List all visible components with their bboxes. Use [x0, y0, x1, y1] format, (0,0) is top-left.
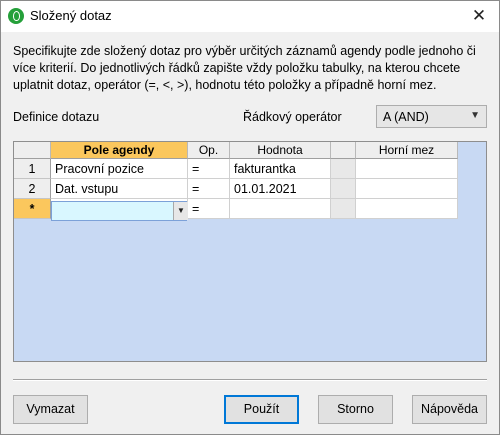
column-header-value[interactable]: Hodnota — [230, 142, 331, 159]
blank-cell[interactable] — [331, 179, 356, 199]
window-title: Složený dotaz — [30, 8, 112, 23]
value-cell[interactable]: 01.01.2021 — [230, 179, 331, 199]
column-header-field[interactable]: Pole agendy — [51, 142, 188, 159]
help-button[interactable]: Nápověda — [412, 395, 487, 424]
cancel-button[interactable]: Storno — [318, 395, 393, 424]
upper-limit-cell[interactable] — [356, 179, 458, 199]
field-combobox[interactable]: ▼ — [51, 201, 188, 221]
clear-button[interactable]: Vymazat — [13, 395, 88, 424]
chevron-down-icon[interactable]: ▼ — [173, 202, 188, 220]
row-header-2[interactable]: 2 — [14, 179, 51, 199]
upper-limit-cell[interactable] — [356, 199, 458, 219]
use-button[interactable]: Použít — [224, 395, 299, 424]
compound-query-dialog: Složený dotaz ✕ Specifikujte zde složený… — [0, 0, 500, 435]
column-header-operator[interactable]: Op. — [188, 142, 230, 159]
blank-cell[interactable] — [331, 159, 356, 179]
operator-cell[interactable]: = — [188, 179, 230, 199]
app-icon — [8, 8, 24, 24]
row-operator-select[interactable]: A (AND) ▼ — [376, 105, 487, 128]
field-cell[interactable]: Pracovní pozice — [51, 159, 188, 179]
operator-cell[interactable]: = — [188, 159, 230, 179]
field-cell[interactable]: Dat. vstupu — [51, 179, 188, 199]
row-header-1[interactable]: 1 — [14, 159, 51, 179]
value-cell[interactable]: fakturantka — [230, 159, 331, 179]
description-text: Specifikujte zde složený dotaz pro výběr… — [13, 44, 476, 92]
new-row-marker[interactable]: * — [14, 199, 51, 219]
value-cell[interactable] — [230, 199, 331, 219]
grid-corner — [14, 142, 51, 159]
operator-cell[interactable]: = — [188, 199, 230, 219]
row-operator-label: Řádkový operátor — [243, 110, 342, 124]
separator — [13, 379, 487, 381]
row-operator-value: A (AND) — [383, 110, 429, 124]
blank-cell[interactable] — [331, 199, 356, 219]
column-header-upper-limit[interactable]: Horní mez — [356, 142, 458, 159]
query-definition-label: Definice dotazu — [13, 110, 100, 124]
query-grid[interactable]: Pole agendy Op. Hodnota Horní mez 1 Prac… — [13, 141, 487, 362]
column-header-blank[interactable] — [331, 142, 356, 159]
chevron-down-icon: ▼ — [470, 110, 480, 121]
title-bar: Složený dotaz ✕ — [1, 1, 499, 32]
close-icon[interactable]: ✕ — [465, 3, 493, 29]
upper-limit-cell[interactable] — [356, 159, 458, 179]
